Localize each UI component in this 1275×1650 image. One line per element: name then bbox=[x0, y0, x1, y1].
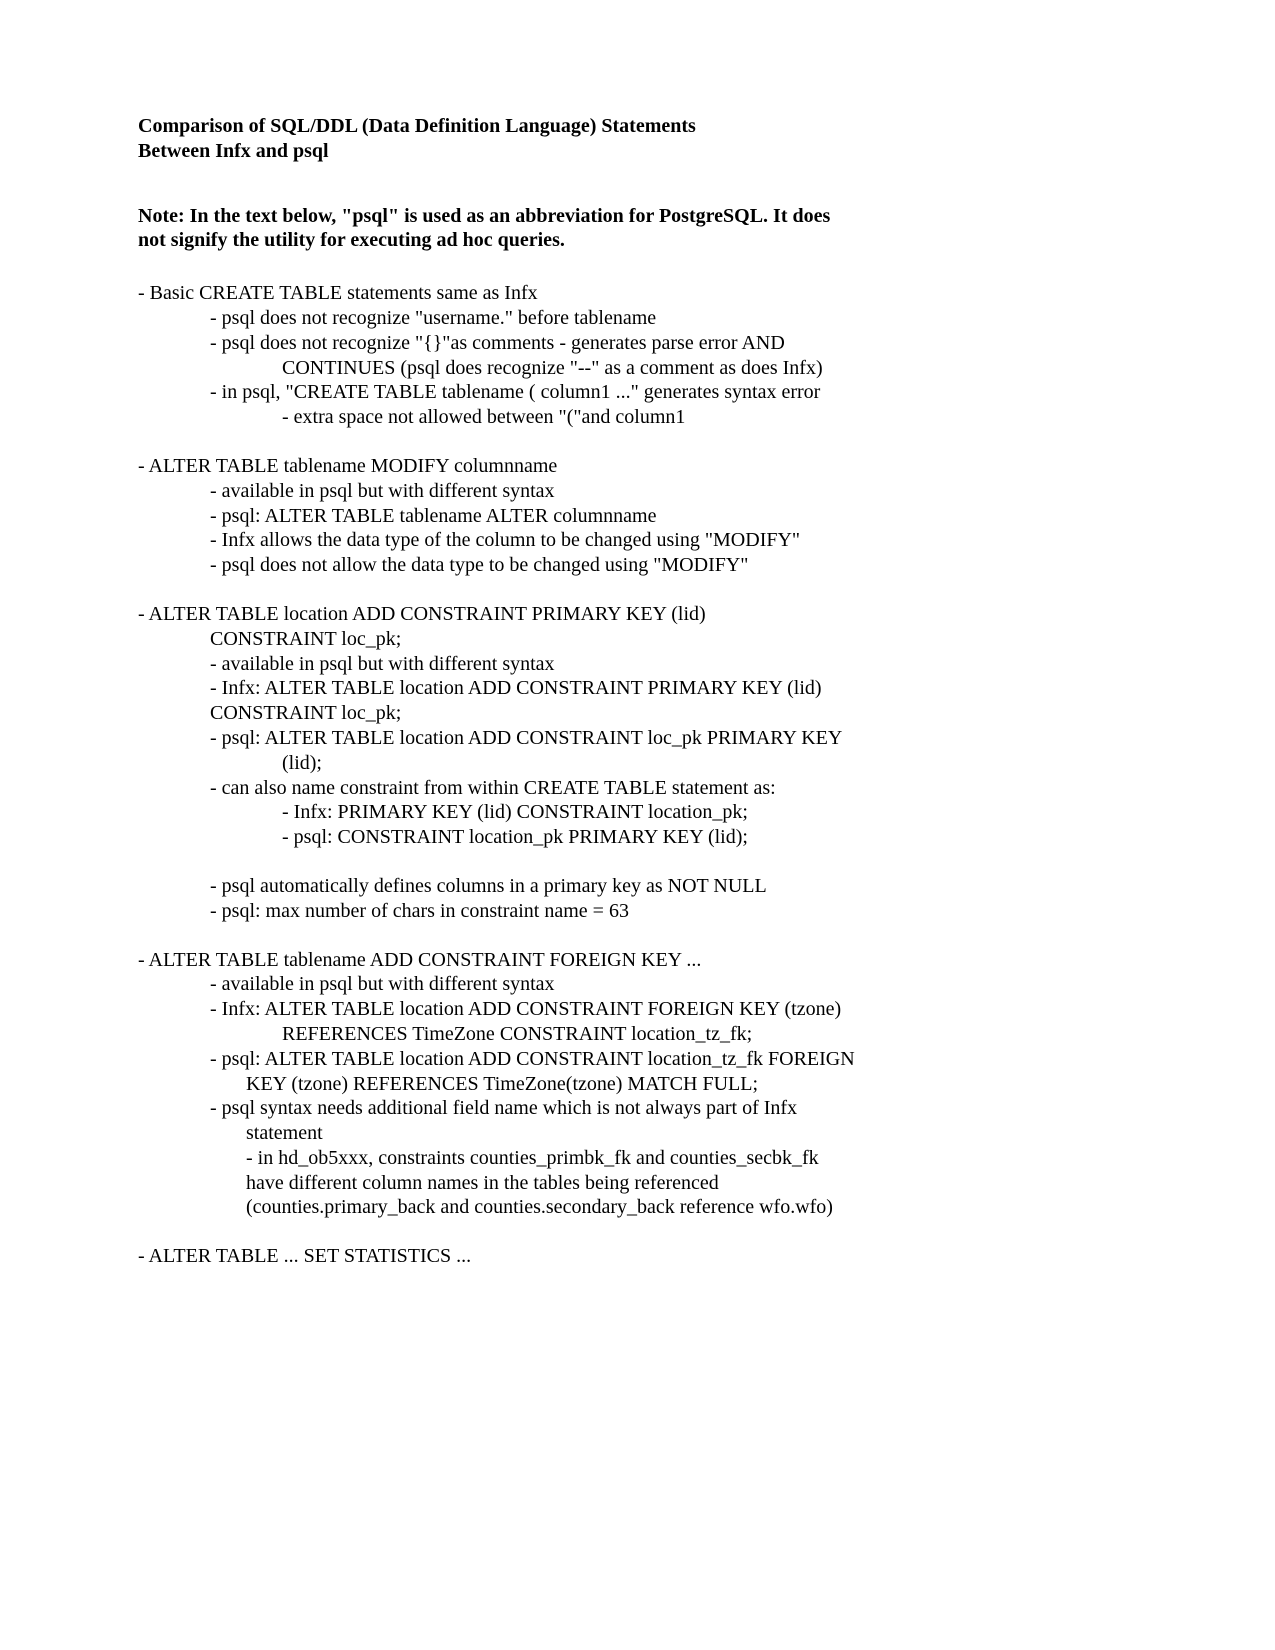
spacer bbox=[138, 850, 1137, 874]
text-line: - psql: ALTER TABLE location ADD CONSTRA… bbox=[138, 1047, 1137, 1072]
title-line1: Comparison of SQL/DDL (Data Definition L… bbox=[138, 114, 1137, 139]
section-heading: - ALTER TABLE tablename ADD CONSTRAINT F… bbox=[138, 948, 1137, 973]
content-sections: - Basic CREATE TABLE statements same as … bbox=[138, 281, 1137, 1269]
text-line: REFERENCES TimeZone CONSTRAINT location_… bbox=[138, 1022, 1137, 1047]
section-heading: - ALTER TABLE ... SET STATISTICS ... bbox=[138, 1244, 1137, 1269]
section-heading-cont: CONSTRAINT loc_pk; bbox=[138, 627, 1137, 652]
text-line: - psql does not recognize "{}"as comment… bbox=[138, 331, 1137, 356]
text-line: (lid); bbox=[138, 751, 1137, 776]
text-line: - Infx: ALTER TABLE location ADD CONSTRA… bbox=[138, 676, 1137, 701]
text-line: - psql: ALTER TABLE tablename ALTER colu… bbox=[138, 504, 1137, 529]
text-line: CONTINUES (psql does recognize "--" as a… bbox=[138, 356, 1137, 381]
text-line: (counties.primary_back and counties.seco… bbox=[138, 1195, 1137, 1220]
page-title: Comparison of SQL/DDL (Data Definition L… bbox=[138, 114, 1137, 164]
text-line: - psql does not recognize "username." be… bbox=[138, 306, 1137, 331]
text-line: - available in psql but with different s… bbox=[138, 479, 1137, 504]
text-line: - can also name constraint from within C… bbox=[138, 776, 1137, 801]
note-line2: not signify the utility for executing ad… bbox=[138, 228, 1137, 253]
text-line: statement bbox=[138, 1121, 1137, 1146]
section-heading: - Basic CREATE TABLE statements same as … bbox=[138, 281, 1137, 306]
title-line2: Between Infx and psql bbox=[138, 139, 1137, 164]
text-line: - extra space not allowed between "("and… bbox=[138, 405, 1137, 430]
section: - ALTER TABLE ... SET STATISTICS ... bbox=[138, 1244, 1137, 1269]
text-line: have different column names in the table… bbox=[138, 1171, 1137, 1196]
text-line: - psql: ALTER TABLE location ADD CONSTRA… bbox=[138, 726, 1137, 751]
text-line: - available in psql but with different s… bbox=[138, 652, 1137, 677]
section: - Basic CREATE TABLE statements same as … bbox=[138, 281, 1137, 430]
text-line: - Infx: ALTER TABLE location ADD CONSTRA… bbox=[138, 997, 1137, 1022]
text-line: KEY (tzone) REFERENCES TimeZone(tzone) M… bbox=[138, 1072, 1137, 1097]
text-line: - psql syntax needs additional field nam… bbox=[138, 1096, 1137, 1121]
text-line: - Infx: PRIMARY KEY (lid) CONSTRAINT loc… bbox=[138, 800, 1137, 825]
text-line: CONSTRAINT loc_pk; bbox=[138, 701, 1137, 726]
text-line: - in hd_ob5xxx, constraints counties_pri… bbox=[138, 1146, 1137, 1171]
document-page: Comparison of SQL/DDL (Data Definition L… bbox=[0, 0, 1275, 1393]
text-line: - psql does not allow the data type to b… bbox=[138, 553, 1137, 578]
text-line: - psql automatically defines columns in … bbox=[138, 874, 1137, 899]
text-line: - in psql, "CREATE TABLE tablename ( col… bbox=[138, 380, 1137, 405]
text-line: - psql: CONSTRAINT location_pk PRIMARY K… bbox=[138, 825, 1137, 850]
text-line: - available in psql but with different s… bbox=[138, 972, 1137, 997]
section: - ALTER TABLE tablename ADD CONSTRAINT F… bbox=[138, 948, 1137, 1221]
section-heading: - ALTER TABLE tablename MODIFY columnnam… bbox=[138, 454, 1137, 479]
text-line: - psql: max number of chars in constrain… bbox=[138, 899, 1137, 924]
text-line: - Infx allows the data type of the colum… bbox=[138, 528, 1137, 553]
note-line1: Note: In the text below, "psql" is used … bbox=[138, 204, 1137, 229]
section: - ALTER TABLE location ADD CONSTRAINT PR… bbox=[138, 602, 1137, 924]
section-heading: - ALTER TABLE location ADD CONSTRAINT PR… bbox=[138, 602, 1137, 627]
section: - ALTER TABLE tablename MODIFY columnnam… bbox=[138, 454, 1137, 578]
note-block: Note: In the text below, "psql" is used … bbox=[138, 204, 1137, 254]
